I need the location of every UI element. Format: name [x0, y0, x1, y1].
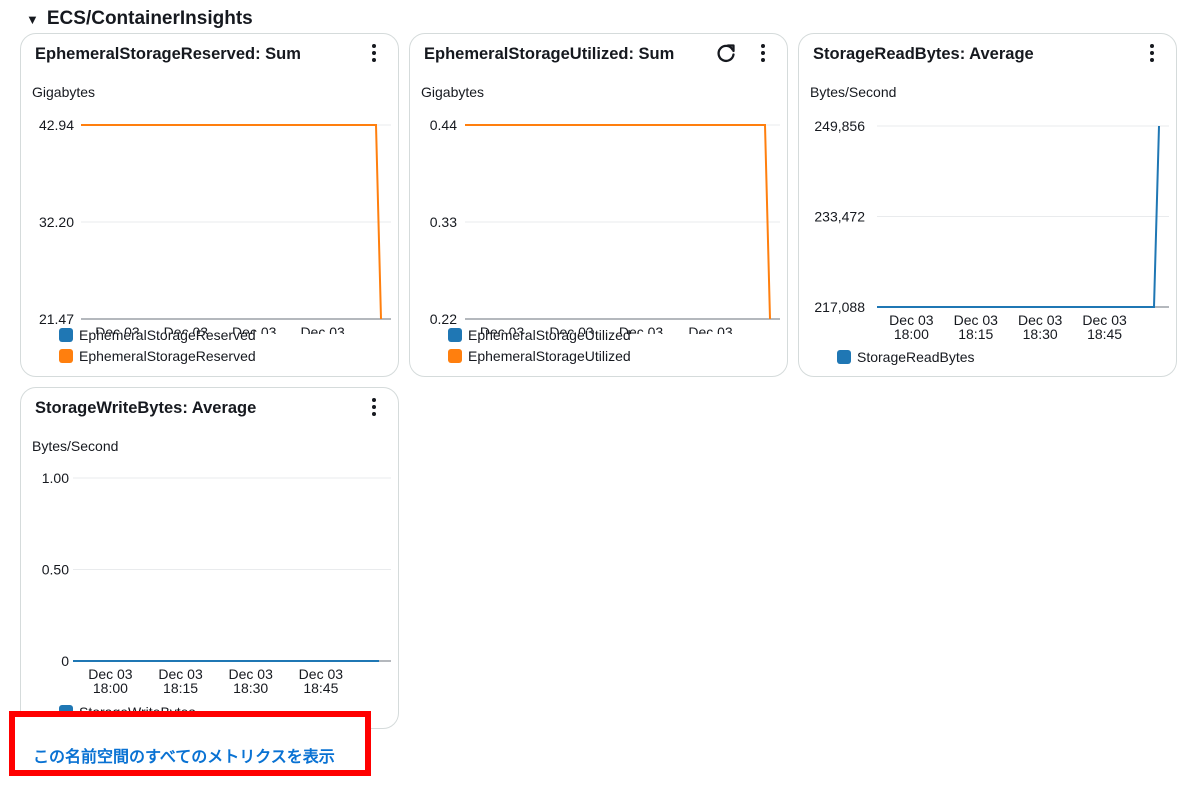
legend-swatch: [59, 348, 73, 363]
section-header[interactable]: ▼ ECS/ContainerInsights: [26, 8, 253, 30]
legend-swatch: [59, 327, 73, 342]
x-tick-label: Dec 0318:45: [300, 324, 345, 334]
y-tick-label: 217,088: [814, 299, 865, 315]
x-tick-label: Dec 0318:15: [954, 312, 999, 342]
y-tick-label: 0.50: [42, 562, 69, 578]
legend-item[interactable]: StorageReadBytes: [837, 346, 975, 367]
legend-item[interactable]: EphemeralStorageUtilized: [448, 345, 631, 366]
legend-item[interactable]: EphemeralStorageReserved: [59, 345, 256, 366]
x-tick-label: Dec 0318:45: [688, 324, 733, 334]
chart-plot: 249,856 233,472 217,088 Dec 03 18:00 Dec 03 18…: [814, 118, 1169, 342]
legend-swatch: [448, 348, 462, 363]
legend-label: EphemeralStorageReserved: [79, 347, 256, 364]
x-tick-label: Dec 0318:30: [1018, 312, 1063, 342]
chart-plot: 1.00 0.50 0 Dec 03 18:00 Dec 03 18:15 Dec 03 18:…: [42, 470, 391, 696]
legend-item[interactable]: EphemeralStorageUtilized: [448, 324, 631, 345]
x-tick-label: Dec 0318:45: [1082, 312, 1127, 342]
legend-label: EphemeralStorageReserved: [79, 326, 256, 343]
widget-storage-write-bytes: StorageWriteBytes: Average Bytes/Second …: [20, 387, 399, 729]
widget-ephemeral-storage-utilized: EphemeralStorageUtilized: Sum Gigabytes …: [409, 33, 788, 377]
legend-item[interactable]: EphemeralStorageReserved: [59, 324, 256, 345]
legend-label: StorageReadBytes: [857, 348, 975, 365]
y-tick-label: 0.44: [430, 117, 457, 133]
legend: StorageReadBytes: [837, 346, 975, 367]
y-tick-label: 233,472: [814, 209, 865, 225]
y-tick-label: 0: [61, 653, 69, 669]
widget-ephemeral-storage-reserved: EphemeralStorageReserved: Sum Gigabytes …: [20, 33, 399, 377]
legend-swatch: [837, 349, 851, 364]
legend: EphemeralStorageReserved EphemeralStorage…: [59, 324, 256, 366]
view-all-metrics-link[interactable]: この名前空間のすべてのメトリクスを表示: [33, 743, 335, 767]
highlight-box: この名前空間のすべてのメトリクスを表示: [9, 711, 371, 776]
caret-down-icon: ▼: [26, 11, 39, 27]
widget-storage-read-bytes: StorageReadBytes: Average Bytes/Second 2…: [798, 33, 1177, 377]
x-tick-label: Dec 0318:00: [889, 312, 934, 342]
y-tick-label: 0.33: [430, 214, 457, 230]
y-tick-label: 42.94: [39, 117, 74, 133]
x-tick-label: Dec 0318:15: [158, 666, 203, 696]
x-tick-label: Dec 0318:30: [229, 666, 274, 696]
x-tick-label: Dec 0318:45: [299, 666, 344, 696]
y-tick-label: 1.00: [42, 470, 69, 486]
legend: EphemeralStorageUtilized EphemeralStorage…: [448, 324, 631, 366]
y-tick-label: 249,856: [814, 118, 865, 134]
legend-label: EphemeralStorageUtilized: [468, 347, 631, 364]
legend-label: EphemeralStorageUtilized: [468, 326, 631, 343]
legend-swatch: [448, 327, 462, 342]
x-tick-label: Dec 0318:00: [88, 666, 133, 696]
section-title: ECS/ContainerInsights: [46, 8, 253, 29]
chart-plot: 42.9432.2021.47Dec 0318:00Dec 0318:15Dec…: [39, 117, 391, 334]
y-tick-label: 32.20: [39, 214, 74, 230]
chart-plot: 0.440.330.22Dec 0318:00Dec 0318:15Dec 03…: [430, 117, 780, 334]
